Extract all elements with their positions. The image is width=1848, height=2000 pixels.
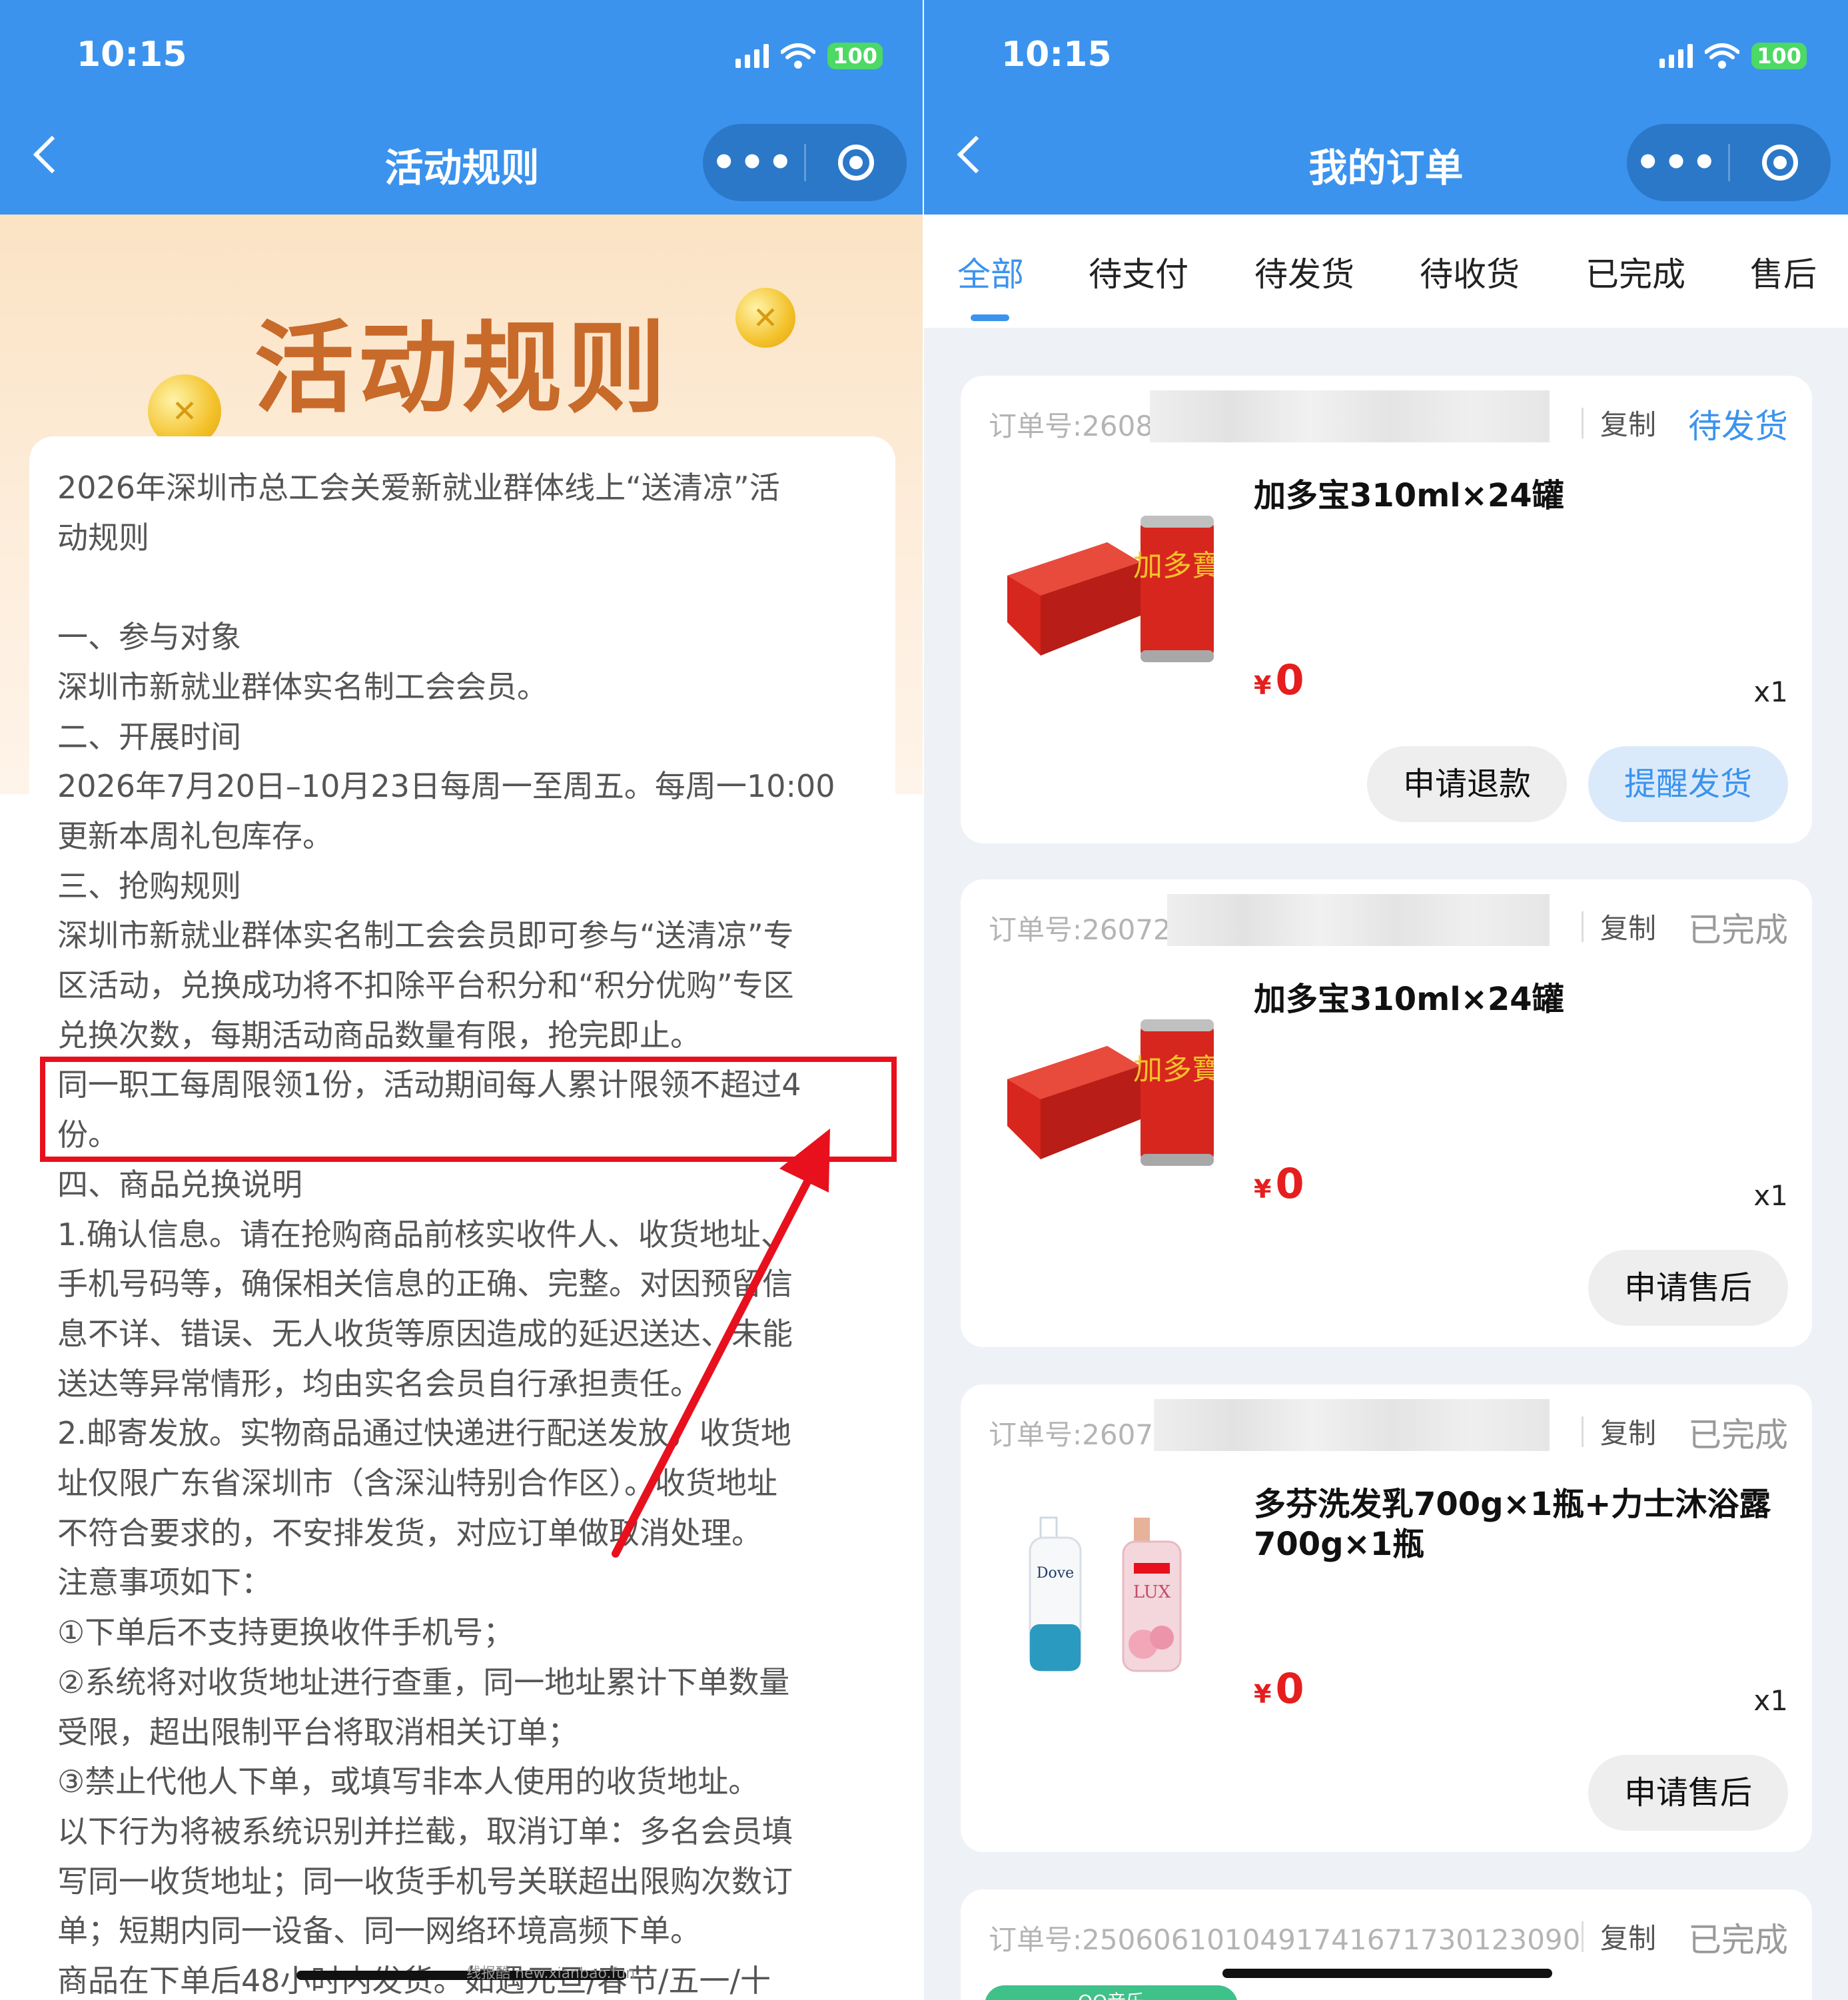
- price: ¥0: [1254, 656, 1304, 704]
- tab-pending-payment[interactable]: 待支付: [1089, 248, 1188, 296]
- can-brand-text: 加多寶: [1133, 549, 1214, 583]
- rules-screen: 10:15 100 活动规则 ••• 活动规则 ✕ ✕ 2026年深圳市总工会关…: [0, 0, 924, 2000]
- redacted-order-number: [1150, 390, 1550, 442]
- order-card[interactable]: 订单号:2607 复制 已完成 Dove LUX 多芬洗发乳700g×1瓶+力士…: [961, 1384, 1812, 1852]
- mini-program-capsule: •••: [1627, 124, 1831, 201]
- status-icons: 100: [1659, 41, 1807, 71]
- wifi-icon: [1705, 43, 1740, 69]
- apply-after-sales-button[interactable]: 申请售后: [1588, 1250, 1788, 1326]
- redacted-order-number: [1167, 894, 1550, 946]
- jiaduobao-product-image: 加多寶: [1007, 1019, 1214, 1166]
- separator: [1582, 408, 1584, 438]
- tab-all[interactable]: 全部: [957, 248, 1024, 296]
- dove-lux-product-image: Dove LUX: [1029, 1516, 1182, 1672]
- apply-refund-button[interactable]: 申请退款: [1367, 746, 1567, 822]
- order-status: 已完成: [1688, 1416, 1788, 1454]
- tab-pending-receipt[interactable]: 待收货: [1420, 248, 1520, 296]
- order-number: 订单号:2608: [989, 410, 1154, 442]
- svg-text:LUX: LUX: [1133, 1582, 1171, 1602]
- price: ¥0: [1254, 1159, 1304, 1208]
- copy-button[interactable]: 复制: [1600, 906, 1656, 947]
- product-name: 多芬洗发乳700g×1瓶+力士沐浴露700g×1瓶: [1254, 1486, 1771, 1563]
- tab-pending-shipment[interactable]: 待发货: [1254, 248, 1354, 296]
- copy-button[interactable]: 复制: [1600, 1916, 1656, 1957]
- redacted-order-number: [1154, 1399, 1550, 1451]
- more-dots-icon[interactable]: •••: [1627, 143, 1728, 183]
- separator: [1582, 911, 1584, 942]
- status-time: 10:15: [1001, 35, 1112, 75]
- copy-button[interactable]: 复制: [1600, 1411, 1656, 1452]
- copy-button[interactable]: 复制: [1600, 402, 1656, 443]
- separator: [1582, 1921, 1584, 1952]
- order-card[interactable]: 订单号:26072 复制 已完成 加多寶 加多宝310ml×24罐 ¥0 x1 …: [961, 879, 1812, 1347]
- home-indicator: [1222, 1969, 1552, 1978]
- order-tabs: 全部 待支付 待发货 待收货 已完成 售后: [924, 215, 1848, 328]
- battery-icon: 100: [1751, 43, 1807, 69]
- order-number: 订单号:250606101049174167173012309​0: [989, 1923, 1581, 1956]
- product-name: 加多宝310ml×24罐: [1254, 477, 1564, 514]
- order-card[interactable]: 订单号:250606101049174167173012309​0 复制 已完成…: [961, 1889, 1812, 2000]
- quantity: x1: [1753, 1179, 1788, 1212]
- svg-text:Dove: Dove: [1037, 1565, 1074, 1582]
- tab-after-sales[interactable]: 售后: [1750, 248, 1817, 296]
- red-arrow-annotation: [612, 1129, 830, 1558]
- can-brand-text: 加多寶: [1133, 1053, 1214, 1087]
- signal-icon: [1659, 44, 1693, 68]
- watermark-text: 线报酷 new.xianbao.fun: [466, 1965, 636, 1982]
- apply-after-sales-button[interactable]: 申请售后: [1588, 1755, 1788, 1831]
- separator: [1582, 1416, 1584, 1447]
- order-card[interactable]: 订单号:2608 复制 待发货 加多寶 加多宝310ml×24罐 ¥0 x1 申…: [961, 376, 1812, 843]
- tab-completed[interactable]: 已完成: [1586, 248, 1685, 296]
- quantity: x1: [1753, 676, 1788, 708]
- price: ¥0: [1254, 1664, 1304, 1713]
- active-tab-indicator: [971, 314, 1009, 321]
- order-status: 已完成: [1688, 1921, 1788, 1959]
- product-name: 加多宝310ml×24罐: [1254, 981, 1564, 1018]
- order-number: 订单号:2607: [989, 1418, 1154, 1451]
- remind-shipment-button[interactable]: 提醒发货: [1588, 746, 1788, 822]
- order-status: 待发货: [1688, 407, 1788, 446]
- jiaduobao-product-image: 加多寶: [1007, 516, 1214, 662]
- qq-music-product-image: QQ音乐: [985, 1985, 1238, 2000]
- quantity: x1: [1753, 1684, 1788, 1717]
- target-circle-icon[interactable]: [1730, 145, 1830, 181]
- order-status: 已完成: [1688, 911, 1788, 949]
- orders-screen: 10:15 100 我的订单 ••• 全部 待支付 待发货 待收货 已完成 售后…: [924, 0, 1848, 2000]
- order-number: 订单号:26072: [989, 913, 1171, 946]
